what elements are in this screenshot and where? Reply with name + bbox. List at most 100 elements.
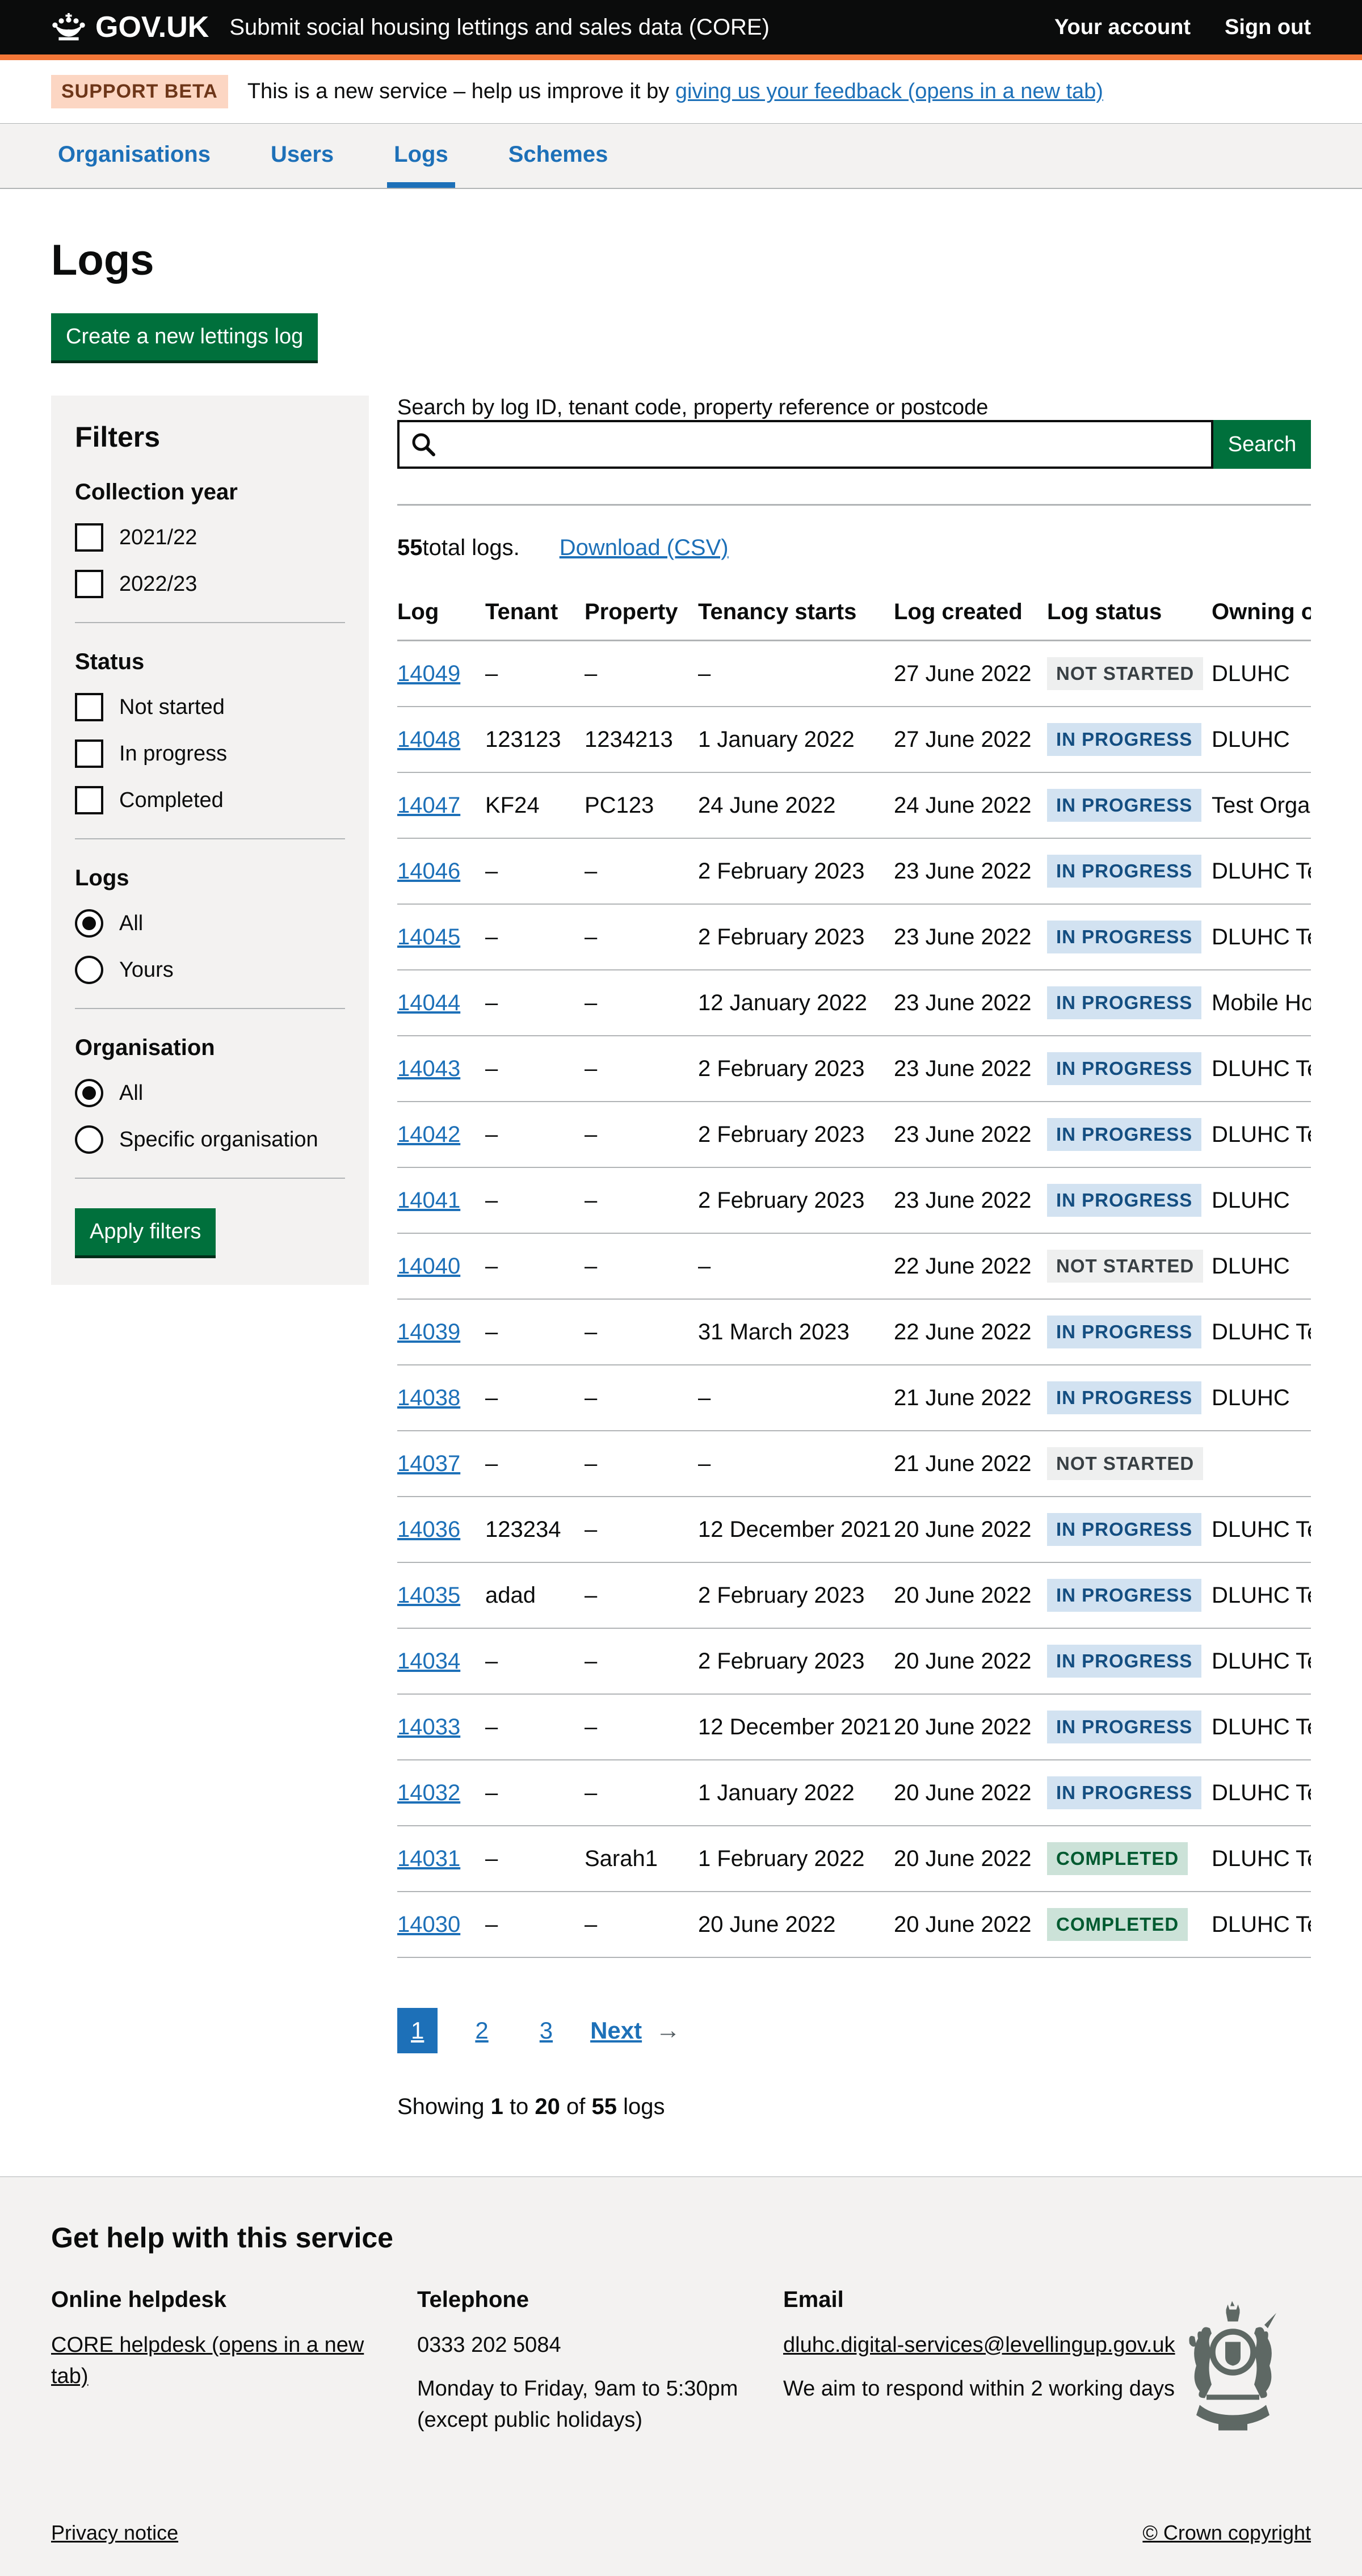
cell-log: 14037 bbox=[397, 1431, 485, 1497]
govuk-logo[interactable]: GOV.UK bbox=[51, 10, 209, 44]
log-link[interactable]: 14041 bbox=[397, 1188, 460, 1213]
log-link[interactable]: 14032 bbox=[397, 1780, 460, 1805]
cell-log-created: 24 June 2022 bbox=[894, 772, 1047, 838]
table-row: 14040–––22 June 2022NOT STARTEDDLUHC bbox=[397, 1233, 1311, 1299]
checkbox-status-completed[interactable]: Completed bbox=[75, 786, 345, 814]
log-link[interactable]: 14044 bbox=[397, 990, 460, 1015]
cell-log-created: 23 June 2022 bbox=[894, 1036, 1047, 1102]
radio-organisation-all[interactable]: All bbox=[75, 1079, 345, 1107]
log-link[interactable]: 14034 bbox=[397, 1649, 460, 1674]
log-link[interactable]: 14046 bbox=[397, 859, 460, 884]
cell-tenancy-starts: 12 January 2022 bbox=[698, 970, 894, 1036]
search-input[interactable] bbox=[397, 420, 1213, 469]
next-page-link[interactable]: Next bbox=[590, 2017, 642, 2044]
cell-log-created: 20 June 2022 bbox=[894, 1562, 1047, 1628]
core-helpdesk-link[interactable]: CORE helpdesk (opens in a new tab) bbox=[51, 2333, 364, 2388]
table-row: 14046––2 February 202323 June 2022IN PRO… bbox=[397, 838, 1311, 904]
log-link[interactable]: 14035 bbox=[397, 1583, 460, 1608]
cell-log-created: 20 June 2022 bbox=[894, 1497, 1047, 1562]
cell-log-status: IN PROGRESS bbox=[1047, 1497, 1212, 1562]
checkbox-icon[interactable] bbox=[75, 570, 103, 598]
email-link[interactable]: dluhc.digital-services@levellingup.gov.u… bbox=[783, 2333, 1175, 2357]
showing-to: 20 bbox=[535, 2094, 560, 2119]
log-link[interactable]: 14031 bbox=[397, 1846, 460, 1871]
table-row: 14043––2 February 202323 June 2022IN PRO… bbox=[397, 1036, 1311, 1102]
page-link-3[interactable]: 3 bbox=[526, 2008, 566, 2053]
log-link[interactable]: 14048 bbox=[397, 727, 460, 752]
log-link[interactable]: 14036 bbox=[397, 1517, 460, 1542]
log-link[interactable]: 14047 bbox=[397, 793, 460, 818]
radio-icon[interactable] bbox=[75, 956, 103, 984]
cell-log-status: IN PROGRESS bbox=[1047, 1167, 1212, 1233]
cell-log-created: 23 June 2022 bbox=[894, 1167, 1047, 1233]
filter-group-heading: Organisation bbox=[75, 1035, 345, 1061]
cell-tenancy-starts: 2 February 2023 bbox=[698, 1167, 894, 1233]
cell-tenant: – bbox=[485, 1102, 585, 1167]
cell-tenancy-starts: 12 December 2021 bbox=[698, 1694, 894, 1760]
filter-group-logs: LogsAllYours bbox=[75, 865, 345, 984]
apply-filters-button[interactable]: Apply filters bbox=[75, 1208, 216, 1255]
sign-out-link[interactable]: Sign out bbox=[1225, 15, 1311, 40]
radio-icon[interactable] bbox=[75, 1079, 103, 1107]
cell-tenant: – bbox=[485, 1892, 585, 1957]
log-link[interactable]: 14045 bbox=[397, 924, 460, 949]
radio-icon[interactable] bbox=[75, 1125, 103, 1154]
search-button[interactable]: Search bbox=[1213, 420, 1311, 469]
service-name[interactable]: Submit social housing lettings and sales… bbox=[229, 15, 770, 40]
checkbox-status-in-progress[interactable]: In progress bbox=[75, 739, 345, 768]
checkbox-icon[interactable] bbox=[75, 739, 103, 768]
cell-tenancy-starts: 12 December 2021 bbox=[698, 1497, 894, 1562]
log-link[interactable]: 14038 bbox=[397, 1385, 460, 1410]
create-lettings-log-button[interactable]: Create a new lettings log bbox=[51, 313, 318, 360]
log-link[interactable]: 14037 bbox=[397, 1451, 460, 1476]
cell-property: Sarah1 bbox=[585, 1826, 698, 1892]
cell-log-created: 21 June 2022 bbox=[894, 1431, 1047, 1497]
checkbox-icon[interactable] bbox=[75, 523, 103, 552]
checkbox-icon[interactable] bbox=[75, 693, 103, 721]
log-link[interactable]: 14033 bbox=[397, 1714, 460, 1739]
log-link[interactable]: 14030 bbox=[397, 1912, 460, 1937]
table-row: 14034––2 February 202320 June 2022IN PRO… bbox=[397, 1628, 1311, 1694]
option-label: Not started bbox=[119, 695, 225, 720]
cell-log: 14039 bbox=[397, 1299, 485, 1365]
radio-logs-yours[interactable]: Yours bbox=[75, 956, 345, 984]
nav-item-schemes[interactable]: Schemes bbox=[502, 142, 615, 188]
radio-icon[interactable] bbox=[75, 909, 103, 938]
checkbox-collection-year-2022-23[interactable]: 2022/23 bbox=[75, 570, 345, 598]
your-account-link[interactable]: Your account bbox=[1054, 15, 1191, 40]
panel-divider bbox=[75, 1178, 345, 1179]
privacy-notice-link[interactable]: Privacy notice bbox=[51, 2521, 178, 2545]
status-tag: IN PROGRESS bbox=[1047, 1118, 1201, 1151]
telephone-hours-line2: (except public holidays) bbox=[417, 2408, 642, 2432]
cell-owning-organisation: Test Organis bbox=[1212, 772, 1311, 838]
log-link[interactable]: 14042 bbox=[397, 1122, 460, 1147]
download-csv-link[interactable]: Download (CSV) bbox=[560, 535, 729, 561]
page-link-2[interactable]: 2 bbox=[461, 2008, 502, 2053]
cell-log-created: 20 June 2022 bbox=[894, 1694, 1047, 1760]
cell-owning-organisation: DLUHC bbox=[1212, 1233, 1311, 1299]
log-link[interactable]: 14039 bbox=[397, 1319, 460, 1344]
crown-copyright-link[interactable]: © Crown copyright bbox=[1142, 2521, 1311, 2545]
feedback-link[interactable]: giving us your feedback (opens in a new … bbox=[675, 79, 1103, 103]
cell-owning-organisation: DLUHC Tes bbox=[1212, 1102, 1311, 1167]
radio-logs-all[interactable]: All bbox=[75, 909, 345, 938]
log-link[interactable]: 14043 bbox=[397, 1056, 460, 1081]
table-row: 14033––12 December 202120 June 2022IN PR… bbox=[397, 1694, 1311, 1760]
column-header-log-created: Log created bbox=[894, 588, 1047, 641]
checkbox-collection-year-2021-22[interactable]: 2021/22 bbox=[75, 523, 345, 552]
cell-tenant: – bbox=[485, 1365, 585, 1431]
logs-table: LogTenantPropertyTenancy startsLog creat… bbox=[397, 588, 1311, 1958]
cell-tenancy-starts: 2 February 2023 bbox=[698, 1562, 894, 1628]
nav-item-logs[interactable]: Logs bbox=[387, 142, 455, 188]
nav-item-users[interactable]: Users bbox=[264, 142, 340, 188]
cell-owning-organisation: DLUHC bbox=[1212, 1167, 1311, 1233]
log-link[interactable]: 14049 bbox=[397, 661, 460, 686]
showing-mid: to bbox=[510, 2094, 528, 2119]
showing-summary: Showing 1 to 20 of 55 logs bbox=[397, 2094, 1311, 2120]
log-link[interactable]: 14040 bbox=[397, 1254, 460, 1279]
nav-item-organisations[interactable]: Organisations bbox=[51, 142, 217, 188]
checkbox-icon[interactable] bbox=[75, 786, 103, 814]
page-link-1-current[interactable]: 1 bbox=[397, 2008, 438, 2053]
radio-organisation-specific-organisation[interactable]: Specific organisation bbox=[75, 1125, 345, 1154]
checkbox-status-not-started[interactable]: Not started bbox=[75, 693, 345, 721]
